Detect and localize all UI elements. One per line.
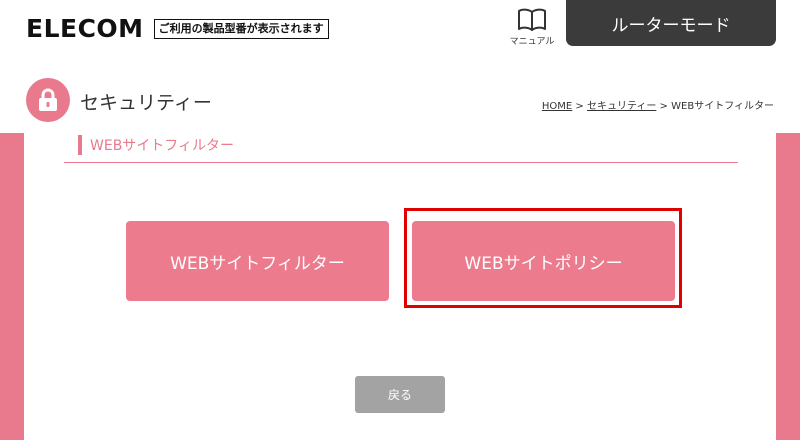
breadcrumb-current: WEBサイトフィルター [671,101,774,112]
breadcrumb-home[interactable]: HOME [542,101,572,112]
left-side-band [0,133,24,440]
security-badge [26,78,70,122]
page-title: セキュリティー [80,92,212,114]
logo-text: ELECOM [26,14,144,43]
section-accent-bar [78,135,82,155]
model-number-box: ご利用の製品型番が表示されます [153,19,329,39]
section-title: WEBサイトフィルター [90,138,235,154]
breadcrumb-security[interactable]: セキュリティー [587,101,656,112]
manual-link[interactable]: マニュアル [504,8,560,47]
back-button[interactable]: 戻る [355,376,445,413]
highlight-frame [404,208,682,308]
right-side-band [776,133,800,440]
manual-label: マニュアル [509,37,555,47]
book-icon [518,8,546,31]
section-divider [64,162,738,163]
breadcrumb-separator: > [572,101,587,112]
breadcrumb: HOME > セキュリティー > WEBサイトフィルター [542,97,774,112]
section-header: WEBサイトフィルター [78,134,234,156]
lock-icon [39,88,57,111]
breadcrumb-separator: > [656,101,672,112]
brand-logo: ELECOM ご利用の製品型番が表示されます [26,16,329,42]
website-filter-button[interactable]: WEBサイトフィルター [126,221,389,301]
router-mode-button[interactable]: ルーターモード [566,0,776,46]
